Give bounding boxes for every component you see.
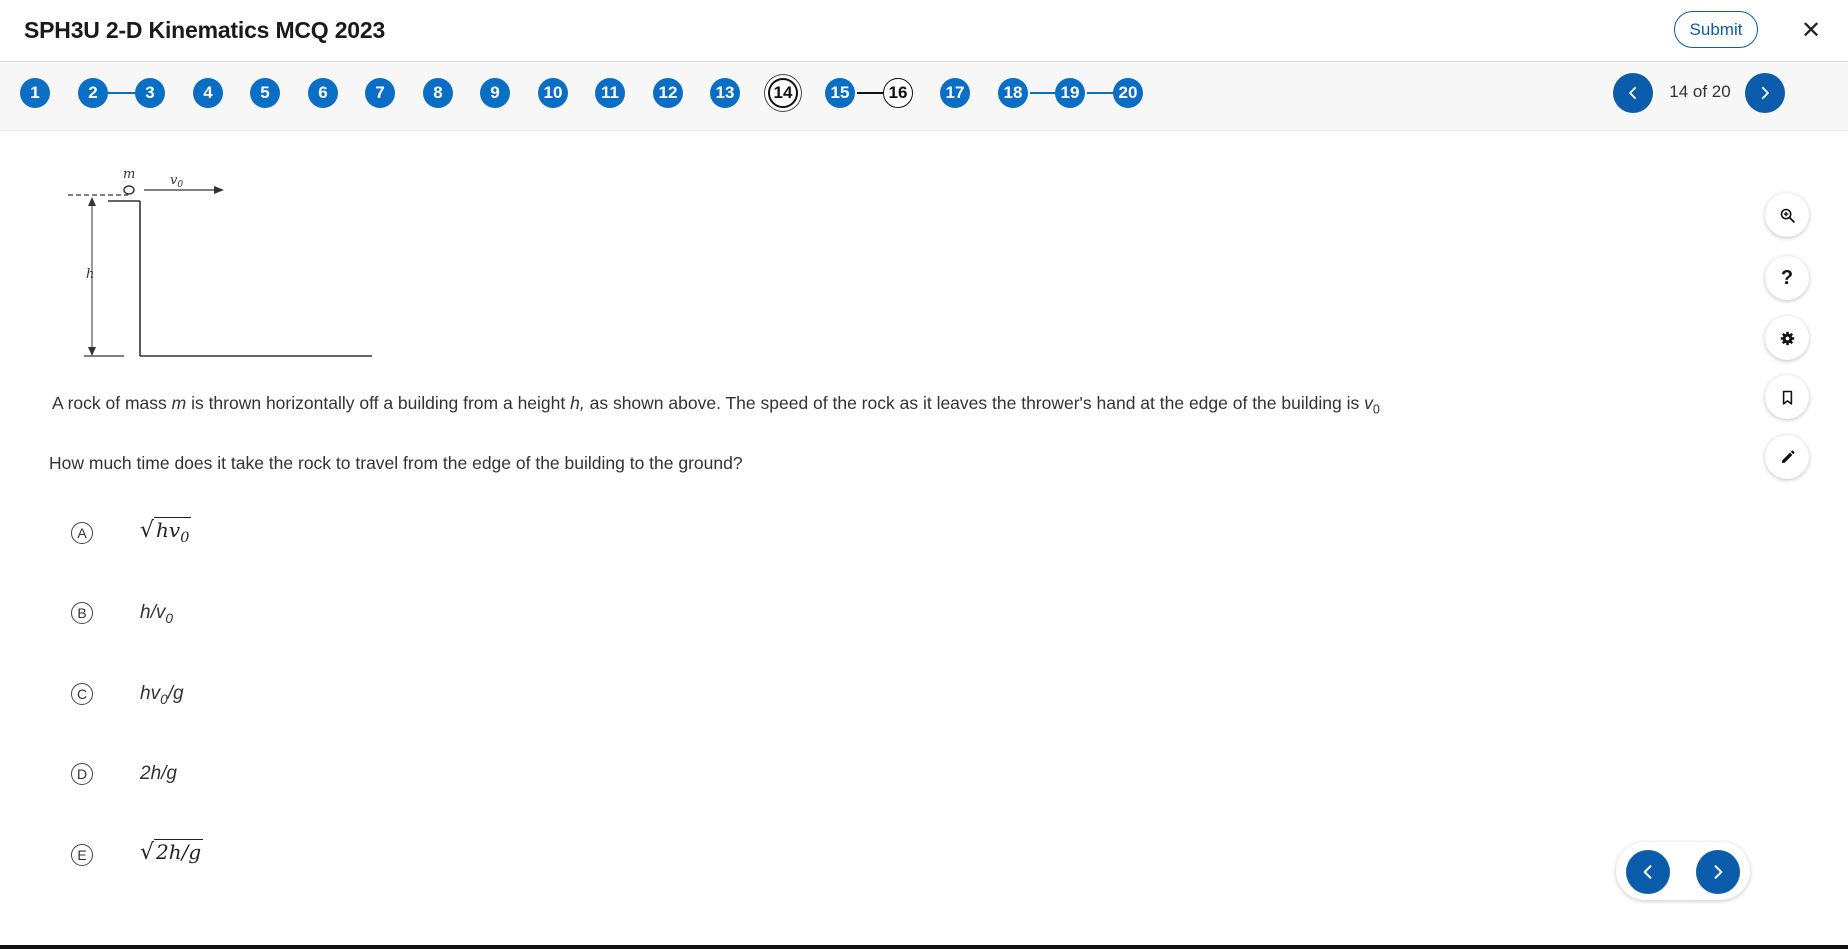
question-bubble-18[interactable]: 18 xyxy=(998,78,1028,108)
question-bubble-17[interactable]: 17 xyxy=(940,78,970,108)
option-text-b: h/v0 xyxy=(140,602,173,626)
chevron-left-icon xyxy=(1643,865,1652,879)
option-letter-b: B xyxy=(71,602,93,624)
rock-shape xyxy=(123,185,135,195)
question-bubble-5[interactable]: 5 xyxy=(250,78,280,108)
question-bubble-4[interactable]: 4 xyxy=(193,78,223,108)
close-button[interactable]: ✕ xyxy=(1796,14,1826,46)
question-navigator: 1 2 3 4 5 6 7 8 9 10 11 12 13 14 15 16 1… xyxy=(0,62,1848,131)
previous-question-button[interactable] xyxy=(1613,73,1653,113)
annotate-button[interactable] xyxy=(1765,435,1809,479)
option-text-c: hv0/g xyxy=(140,683,184,707)
submit-button[interactable]: Submit xyxy=(1674,11,1758,48)
option-letter-c: C xyxy=(71,683,93,705)
question-bubble-14-current[interactable]: 14 xyxy=(768,78,798,108)
option-letter-a: A xyxy=(71,522,93,544)
question-bubble-1[interactable]: 1 xyxy=(20,78,50,108)
option-letter-e: E xyxy=(71,844,93,866)
question-prompt: How much time does it take the rock to t… xyxy=(49,453,743,473)
question-bubble-10[interactable]: 10 xyxy=(538,78,568,108)
answer-option-a[interactable]: A √ hv0 xyxy=(70,514,670,554)
chevron-right-icon xyxy=(1761,86,1769,100)
option-text-d: 2h/g xyxy=(140,763,177,784)
question-bubble-13[interactable]: 13 xyxy=(710,78,740,108)
option-letter-d: D xyxy=(71,763,93,785)
bottom-next-button[interactable] xyxy=(1696,850,1740,894)
question-bubble-9[interactable]: 9 xyxy=(480,78,510,108)
question-bubble-20[interactable]: 20 xyxy=(1113,78,1143,108)
question-bubble-12[interactable]: 12 xyxy=(653,78,683,108)
height-label: h xyxy=(86,267,94,282)
question-stem: A rock of mass m is thrown horizontally … xyxy=(52,393,1380,417)
bookmark-button[interactable] xyxy=(1765,375,1809,419)
bottom-previous-button[interactable] xyxy=(1626,850,1670,894)
answer-option-b[interactable]: B h/v0 xyxy=(70,594,670,634)
chevron-left-icon xyxy=(1629,86,1637,100)
next-question-button[interactable] xyxy=(1745,73,1785,113)
option-text-e: √ 2h/g xyxy=(140,839,204,865)
zoom-button[interactable] xyxy=(1765,193,1809,237)
question-bubble-6[interactable]: 6 xyxy=(308,78,338,108)
help-button[interactable]: ? xyxy=(1765,256,1809,300)
bottom-border xyxy=(0,945,1848,949)
question-bubble-7[interactable]: 7 xyxy=(365,78,395,108)
mass-label: m xyxy=(123,167,135,182)
close-icon: ✕ xyxy=(1800,16,1822,44)
settings-button[interactable] xyxy=(1765,316,1809,360)
chevron-right-icon xyxy=(1714,865,1723,879)
bookmark-icon xyxy=(1782,390,1792,405)
answer-option-c[interactable]: C hv0/g xyxy=(70,675,670,715)
question-bubble-19[interactable]: 19 xyxy=(1055,78,1085,108)
question-bubble-15[interactable]: 15 xyxy=(825,78,855,108)
option-text-a: √ hv0 xyxy=(140,517,192,546)
help-icon: ? xyxy=(1780,266,1794,289)
velocity-label: v0 xyxy=(170,173,183,190)
question-bubble-8[interactable]: 8 xyxy=(423,78,453,108)
pencil-icon xyxy=(1781,449,1795,463)
page-title: SPH3U 2-D Kinematics MCQ 2023 xyxy=(24,17,386,43)
bottom-navigation xyxy=(1616,842,1750,900)
building-diagram: m v0 h xyxy=(68,167,372,357)
zoom-in-icon xyxy=(1780,208,1795,223)
question-bubble-3[interactable]: 3 xyxy=(135,78,165,108)
gear-icon xyxy=(1780,331,1794,345)
question-bubble-16[interactable]: 16 xyxy=(883,78,913,108)
header-bar: SPH3U 2-D Kinematics MCQ 2023 Submit ✕ xyxy=(0,0,1848,62)
question-counter: 14 of 20 xyxy=(1669,82,1731,101)
question-bubble-11[interactable]: 11 xyxy=(595,78,625,108)
answer-option-d[interactable]: D 2h/g xyxy=(70,755,670,795)
answer-option-e[interactable]: E √ 2h/g xyxy=(70,836,670,876)
question-bubble-2[interactable]: 2 xyxy=(78,78,108,108)
